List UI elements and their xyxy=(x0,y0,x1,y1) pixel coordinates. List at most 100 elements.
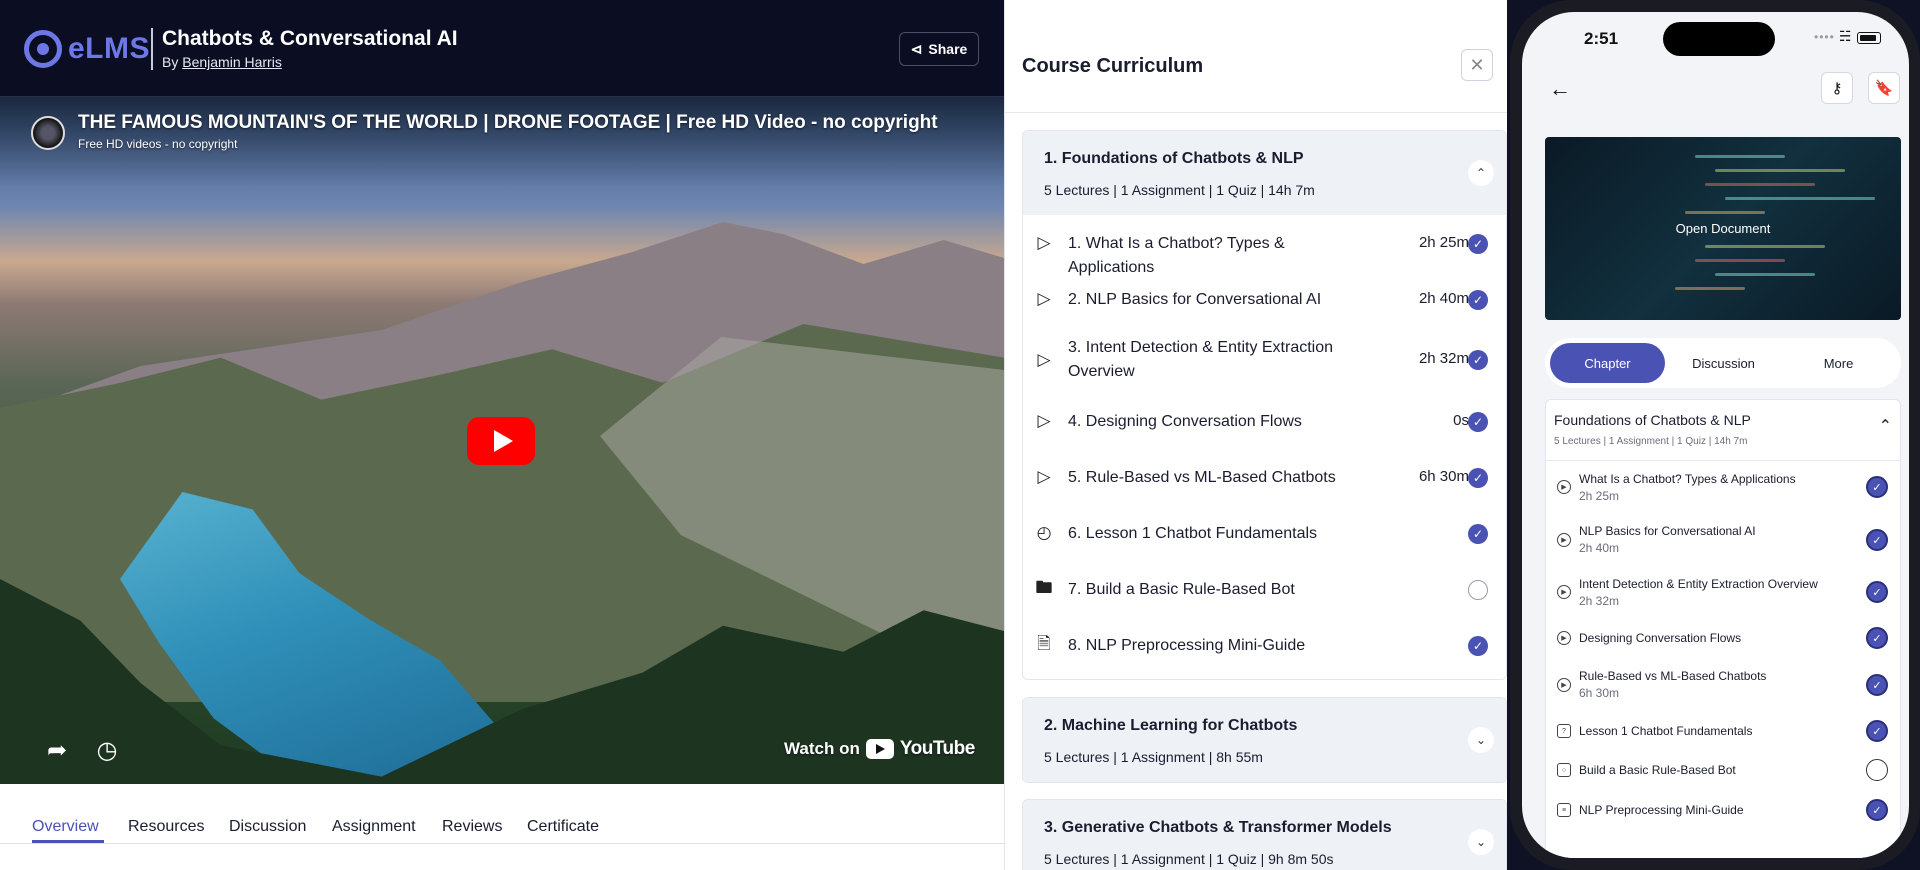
completed-check-icon[interactable]: ✓ xyxy=(1468,412,1488,432)
curriculum-header: Course Curriculum ✕ xyxy=(1005,0,1508,113)
module-meta: 5 Lectures | 1 Assignment | 1 Quiz | 9h … xyxy=(1044,851,1334,867)
assignment-icon: ○ xyxy=(1557,763,1571,777)
active-tab-indicator xyxy=(32,840,104,843)
segment-more[interactable]: More xyxy=(1781,343,1896,383)
phone-lecture-item[interactable]: ? Lesson 1 Chatbot Fundamentals ✓ xyxy=(1546,711,1900,751)
completed-check-icon[interactable]: ✓ xyxy=(1866,799,1888,821)
phone-lecture-item[interactable]: ▶ NLP Basics for Conversational AI 2h 40… xyxy=(1546,513,1900,566)
module-3[interactable]: 3. Generative Chatbots & Transformer Mod… xyxy=(1022,799,1507,870)
course-header: eLMS Chatbots & Conversational AI By Ben… xyxy=(0,0,1004,97)
folder-icon: 🖿 xyxy=(1035,577,1053,597)
lecture-item[interactable]: ▷ 2. NLP Basics for Conversational AI 2h… xyxy=(1023,271,1506,327)
open-document-label[interactable]: Open Document xyxy=(1545,221,1901,236)
code-line-deco xyxy=(1705,183,1815,186)
lecture-duration: 2h 40m xyxy=(1418,290,1469,307)
chevron-down-icon[interactable]: ⌄ xyxy=(1468,829,1494,855)
module-title: 3. Generative Chatbots & Transformer Mod… xyxy=(1044,819,1392,836)
module-title: 1. Foundations of Chatbots & NLP xyxy=(1044,150,1304,167)
phone-lecture-title: NLP Preprocessing Mini-Guide xyxy=(1579,803,1744,817)
phone-lecture-item[interactable]: ▶ Designing Conversation Flows ✓ xyxy=(1546,618,1900,658)
lecture-title: 8. NLP Preprocessing Mini-Guide xyxy=(1068,637,1306,654)
watch-later-icon[interactable]: ◷ xyxy=(92,735,122,765)
share-label: Share xyxy=(928,41,968,57)
module-header[interactable]: 2. Machine Learning for Chatbots 5 Lectu… xyxy=(1023,698,1506,782)
play-button[interactable] xyxy=(467,417,535,465)
chevron-down-icon[interactable]: ⌄ xyxy=(1468,727,1494,753)
incomplete-circle-icon[interactable] xyxy=(1866,759,1888,781)
header-divider xyxy=(151,28,153,70)
lecture-title: 2. NLP Basics for Conversational AI xyxy=(1068,291,1322,308)
phone-share-button[interactable]: ⚷ xyxy=(1821,72,1853,104)
phone-lecture-duration: 2h 40m xyxy=(1579,541,1620,555)
course-title: Chatbots & Conversational AI xyxy=(162,27,458,50)
completed-check-icon[interactable]: ✓ xyxy=(1866,529,1888,551)
lecture-item[interactable]: ▷ 4. Designing Conversation Flows 0s ✓ xyxy=(1023,393,1506,449)
share-button[interactable]: ⊲ Share xyxy=(899,32,979,66)
lecture-item[interactable]: ▷ 1. What Is a Chatbot? Types & Applicat… xyxy=(1023,215,1506,276)
tab-assignment[interactable]: Assignment xyxy=(332,818,416,836)
completed-check-icon[interactable]: ✓ xyxy=(1866,581,1888,603)
completed-check-icon[interactable]: ✓ xyxy=(1468,524,1488,544)
back-arrow-icon[interactable]: ← xyxy=(1549,76,1571,102)
play-icon xyxy=(493,430,513,452)
chevron-up-icon[interactable]: ⌃ xyxy=(1468,160,1494,186)
phone-lecture-duration: 2h 25m xyxy=(1579,489,1620,503)
segment-discussion[interactable]: Discussion xyxy=(1666,343,1781,383)
lecture-item[interactable]: ◴ 6. Lesson 1 Chatbot Fundamentals ✓ xyxy=(1023,505,1506,561)
segment-chapter[interactable]: Chapter xyxy=(1550,343,1665,383)
watch-on-youtube[interactable]: Watch on YouTube xyxy=(784,738,975,760)
tab-discussion[interactable]: Discussion xyxy=(229,818,306,836)
close-icon: ✕ xyxy=(1469,54,1485,75)
lecture-item[interactable]: ▷ 5. Rule-Based vs ML-Based Chatbots 6h … xyxy=(1023,449,1506,505)
completed-check-icon[interactable]: ✓ xyxy=(1866,476,1888,498)
course-byline: By Benjamin Harris xyxy=(162,54,282,70)
completed-check-icon[interactable]: ✓ xyxy=(1468,290,1488,310)
completed-check-icon[interactable]: ✓ xyxy=(1468,468,1488,488)
lecture-item[interactable]: ▷ 3. Intent Detection & Entity Extractio… xyxy=(1023,327,1506,393)
share-icon: ⊲ xyxy=(910,40,923,57)
lecture-item[interactable]: 🗎 8. NLP Preprocessing Mini-Guide ✓ xyxy=(1023,617,1506,673)
phone-module-header[interactable]: Foundations of Chatbots & NLP 5 Lectures… xyxy=(1546,400,1900,461)
phone-module-meta: 5 Lectures | 1 Assignment | 1 Quiz | 14h… xyxy=(1554,436,1748,447)
lecture-duration: 2h 32m xyxy=(1418,350,1469,367)
completed-check-icon[interactable]: ✓ xyxy=(1468,234,1488,254)
elms-logo[interactable]: eLMS xyxy=(24,30,150,68)
module-2[interactable]: 2. Machine Learning for Chatbots 5 Lectu… xyxy=(1022,697,1507,783)
incomplete-circle-icon[interactable] xyxy=(1468,580,1488,600)
module-header[interactable]: 3. Generative Chatbots & Transformer Mod… xyxy=(1023,800,1506,870)
phone-lecture-item[interactable]: ▶ What Is a Chatbot? Types & Application… xyxy=(1546,461,1900,513)
completed-check-icon[interactable]: ✓ xyxy=(1866,720,1888,742)
play-circle-icon: ▶ xyxy=(1557,585,1571,599)
bookmark-button[interactable]: 🔖 xyxy=(1868,72,1900,104)
document-preview[interactable]: Open Document xyxy=(1545,137,1901,320)
lecture-duration: 0s xyxy=(1453,412,1469,429)
video-player[interactable]: THE FAMOUS MOUNTAIN'S OF THE WORLD | DRO… xyxy=(0,97,1004,784)
tab-resources[interactable]: Resources xyxy=(128,818,204,836)
phone-lecture-duration: 2h 32m xyxy=(1579,594,1620,608)
chevron-up-icon[interactable]: ⌃ xyxy=(1879,416,1892,436)
video-title[interactable]: THE FAMOUS MOUNTAIN'S OF THE WORLD | DRO… xyxy=(78,112,938,134)
video-channel[interactable]: Free HD videos - no copyright xyxy=(78,137,237,151)
phone-lecture-item[interactable]: ○ Build a Basic Rule-Based Bot xyxy=(1546,751,1900,790)
author-link[interactable]: Benjamin Harris xyxy=(182,54,282,70)
phone-lecture-item[interactable]: ▶ Intent Detection & Entity Extraction O… xyxy=(1546,566,1900,618)
tab-overview[interactable]: Overview xyxy=(32,818,99,836)
code-line-deco xyxy=(1675,287,1745,290)
tab-reviews[interactable]: Reviews xyxy=(442,818,502,836)
completed-check-icon[interactable]: ✓ xyxy=(1468,636,1488,656)
lecture-item[interactable]: 🖿 7. Build a Basic Rule-Based Bot xyxy=(1023,561,1506,617)
tab-certificate[interactable]: Certificate xyxy=(527,818,599,836)
channel-avatar[interactable] xyxy=(31,116,65,150)
code-line-deco xyxy=(1715,169,1845,172)
video-share-icon[interactable]: ➦ xyxy=(42,735,72,765)
phone-lecture-item[interactable]: ▶ Rule-Based vs ML-Based Chatbots 6h 30m… xyxy=(1546,658,1900,711)
close-button[interactable]: ✕ xyxy=(1461,49,1493,81)
completed-check-icon[interactable]: ✓ xyxy=(1866,674,1888,696)
completed-check-icon[interactable]: ✓ xyxy=(1866,627,1888,649)
lecture-duration: 2h 25m xyxy=(1418,234,1469,251)
course-tabs: Overview Resources Discussion Assignment… xyxy=(0,784,1004,870)
module-header[interactable]: 1. Foundations of Chatbots & NLP 5 Lectu… xyxy=(1023,131,1506,215)
phone-lecture-title: Lesson 1 Chatbot Fundamentals xyxy=(1579,724,1753,738)
completed-check-icon[interactable]: ✓ xyxy=(1468,350,1488,370)
phone-lecture-item[interactable]: ≡ NLP Preprocessing Mini-Guide ✓ xyxy=(1546,790,1900,830)
